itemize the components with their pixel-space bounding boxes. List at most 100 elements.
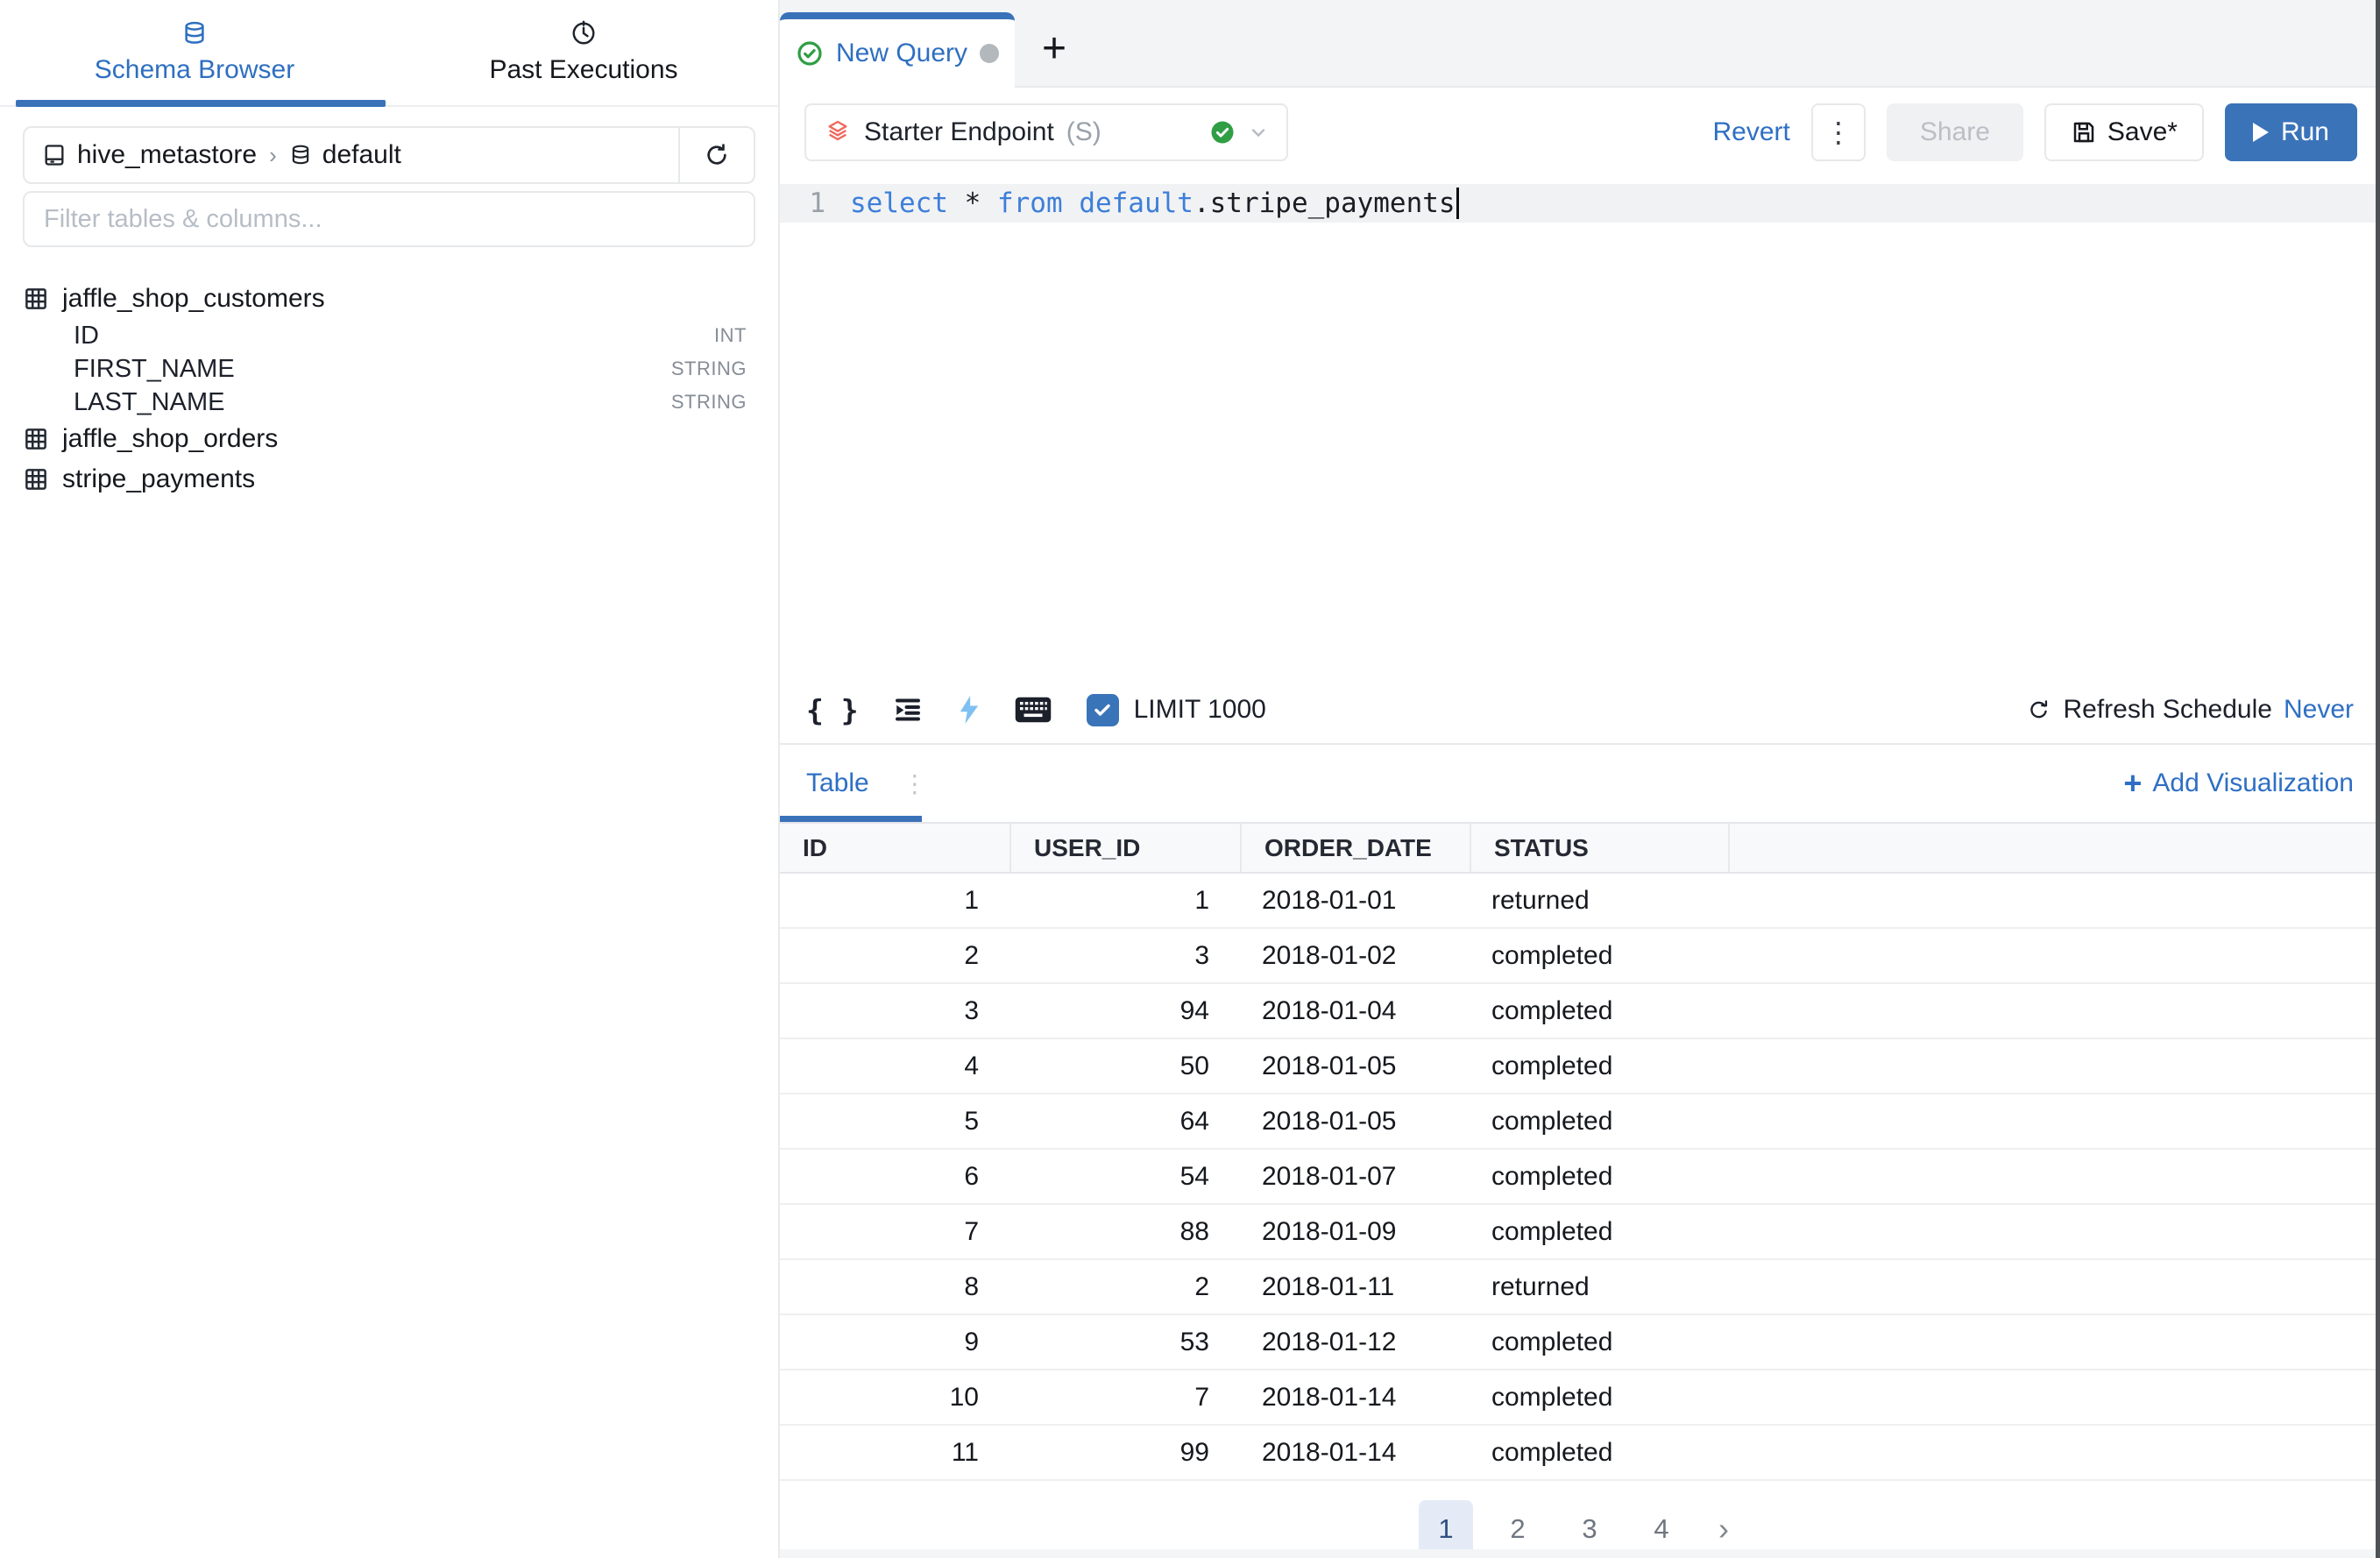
- text-cursor: [1456, 188, 1459, 219]
- save-floppy-icon: [2071, 119, 2097, 145]
- keyboard-icon[interactable]: [1015, 696, 1052, 724]
- share-button: Share: [1887, 103, 2023, 161]
- line-number: 1: [780, 188, 850, 219]
- table-row[interactable]: 112018-01-01returned: [780, 873, 2380, 928]
- pagination-next-icon[interactable]: ›: [1706, 1511, 1741, 1547]
- sql-token-keyword: default: [1079, 188, 1194, 219]
- filter-tables-input[interactable]: [44, 205, 734, 234]
- save-button[interactable]: Save*: [2044, 103, 2204, 161]
- braces-icon[interactable]: { }: [806, 693, 859, 727]
- column-name: FIRST_NAME: [74, 355, 235, 384]
- column-type: STRING: [671, 358, 747, 380]
- table-row[interactable]: 9532018-01-12completed: [780, 1314, 2380, 1370]
- table-cell: completed: [1470, 928, 1729, 983]
- results-header: Table ⋮ + Add Visualization: [780, 745, 2380, 822]
- check-circle-icon: [796, 39, 824, 67]
- schema-column-item[interactable]: FIRST_NAME STRING: [23, 352, 755, 386]
- schema-table-item[interactable]: jaffle_shop_customers: [23, 279, 755, 319]
- table-cell: 94: [1010, 983, 1241, 1038]
- column-header[interactable]: STATUS: [1470, 823, 1729, 873]
- add-visualization-label: Add Visualization: [2152, 768, 2354, 798]
- save-button-label: Save*: [2107, 117, 2178, 147]
- table-cell: 4: [780, 1038, 1010, 1094]
- format-indent-icon[interactable]: [892, 694, 924, 726]
- endpoint-selector[interactable]: Starter Endpoint (S): [804, 103, 1288, 161]
- history-clock-icon: [570, 20, 597, 46]
- add-visualization-button[interactable]: + Add Visualization: [2123, 768, 2354, 799]
- table-row[interactable]: 5642018-01-05completed: [780, 1094, 2380, 1149]
- table-name: jaffle_shop_orders: [62, 424, 278, 454]
- breadcrumb-schema[interactable]: default: [322, 140, 401, 170]
- sql-token-plain: *: [948, 188, 997, 219]
- table-cell: 3: [780, 983, 1010, 1038]
- sidebar-tabs: Schema Browser Past Executions: [0, 0, 778, 107]
- refresh-icon: [2027, 698, 2051, 722]
- table-name: stripe_payments: [62, 464, 255, 494]
- table-view-kebab-icon[interactable]: ⋮: [903, 769, 927, 798]
- new-query-tab-button[interactable]: +: [1015, 11, 1094, 86]
- schema-column-item[interactable]: IDINT: [23, 319, 755, 352]
- table-cell: completed: [1470, 1204, 1729, 1259]
- breadcrumb-catalog[interactable]: hive_metastore: [77, 140, 257, 170]
- schema-table-item[interactable]: jaffle_shop_orders: [23, 419, 755, 459]
- editor-header: Starter Endpoint (S) Revert ⋮ Share: [780, 88, 2380, 174]
- table-name: jaffle_shop_customers: [62, 284, 325, 314]
- table-cell: 2018-01-01: [1241, 873, 1470, 928]
- sql-token-keyword: from: [997, 188, 1063, 219]
- table-row[interactable]: 6542018-01-07completed: [780, 1149, 2380, 1204]
- sql-active-line[interactable]: 1 select * from default.stripe_payments: [780, 184, 2380, 223]
- more-options-button[interactable]: ⋮: [1811, 103, 1866, 161]
- schema-table-list: jaffle_shop_customers IDINT FIRST_NAME STRI…: [0, 279, 778, 499]
- refresh-schema-button[interactable]: [678, 128, 754, 182]
- editor-footer-toolbar: { }: [780, 676, 2380, 745]
- table-row[interactable]: 3942018-01-04completed: [780, 983, 2380, 1038]
- column-header[interactable]: ID: [780, 823, 1010, 873]
- active-view-underline: [780, 816, 922, 822]
- tab-table-view[interactable]: Table: [806, 768, 869, 798]
- table-cell: 2: [780, 928, 1010, 983]
- table-row[interactable]: 822018-01-11returned: [780, 1259, 2380, 1314]
- query-tab-label: New Query: [836, 39, 967, 68]
- play-icon: [2253, 123, 2269, 142]
- table-cell: 50: [1010, 1038, 1241, 1094]
- schema-table-item[interactable]: stripe_payments: [23, 459, 755, 499]
- schema-sidebar: Schema Browser Past Executions hive_meta…: [0, 0, 780, 1558]
- column-header-filler: [1729, 823, 2380, 873]
- window-scrollbar[interactable]: [2376, 0, 2380, 1558]
- breadcrumb[interactable]: hive_metastore › default: [25, 128, 678, 182]
- column-header[interactable]: ORDER_DATE: [1241, 823, 1470, 873]
- table-row[interactable]: 1072018-01-14completed: [780, 1370, 2380, 1425]
- limit-checkbox[interactable]: [1087, 694, 1119, 726]
- table-grid-icon: [23, 426, 49, 452]
- stack-layers-icon: [824, 118, 852, 146]
- database-icon: [289, 144, 312, 166]
- run-button[interactable]: Run: [2225, 103, 2357, 161]
- table-cell: completed: [1470, 1370, 1729, 1425]
- table-row[interactable]: 7882018-01-09completed: [780, 1204, 2380, 1259]
- chevron-down-icon: [1248, 122, 1269, 143]
- schema-breadcrumb-box: hive_metastore › default: [23, 126, 755, 184]
- tab-past-executions[interactable]: Past Executions: [389, 0, 778, 105]
- lightning-icon[interactable]: [957, 695, 981, 725]
- tab-schema-browser[interactable]: Schema Browser: [0, 0, 389, 105]
- revert-button[interactable]: Revert: [1712, 117, 1789, 147]
- refresh-schedule-label: Refresh Schedule: [2063, 695, 2271, 725]
- results-header-row: IDUSER_IDORDER_DATESTATUS: [780, 823, 2380, 873]
- unsaved-changes-dot: [980, 44, 999, 63]
- tab-new-query[interactable]: New Query: [780, 12, 1015, 88]
- column-name: LAST_NAME: [74, 388, 224, 417]
- table-grid-icon: [23, 466, 49, 492]
- table-row[interactable]: 11992018-01-14completed: [780, 1425, 2380, 1480]
- limit-toggle[interactable]: LIMIT 1000: [1087, 694, 1266, 726]
- table-row[interactable]: 232018-01-02completed: [780, 928, 2380, 983]
- sql-editor[interactable]: 1 select * from default.stripe_payments: [780, 174, 2380, 676]
- table-row[interactable]: 4502018-01-05completed: [780, 1038, 2380, 1094]
- refresh-schedule-value[interactable]: Never: [2284, 695, 2354, 725]
- table-cell: 64: [1010, 1094, 1241, 1149]
- table-cell: 1: [780, 873, 1010, 928]
- table-cell: 2018-01-14: [1241, 1425, 1470, 1480]
- run-button-label: Run: [2281, 117, 2329, 147]
- column-header[interactable]: USER_ID: [1010, 823, 1241, 873]
- chevron-right-icon: ›: [267, 142, 279, 169]
- schema-column-item[interactable]: LAST_NAMESTRING: [23, 386, 755, 419]
